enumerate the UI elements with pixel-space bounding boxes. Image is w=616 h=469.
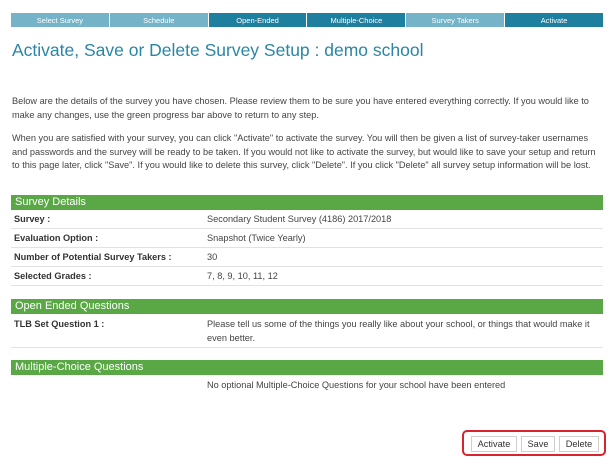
detail-value: 30 [207,252,218,262]
open-ended-header: Open Ended Questions [11,299,603,314]
row-divider [11,347,603,348]
detail-label: Selected Grades : [14,271,92,281]
step-schedule[interactable]: Schedule [109,13,209,27]
detail-label: Number of Potential Survey Takers : [14,252,172,262]
step-survey-takers[interactable]: Survey Takers [406,13,506,27]
question-text: Please tell us some of the things you re… [207,319,590,343]
row-divider [11,285,603,286]
survey-details-header: Survey Details [11,195,603,210]
step-multiple-choice[interactable]: Multiple-Choice [307,13,407,27]
detail-value: Snapshot (Twice Yearly) [207,233,306,243]
delete-button[interactable]: Delete [559,436,599,452]
detail-value: 7, 8, 9, 10, 11, 12 [207,271,278,281]
step-activate[interactable]: Activate [505,13,603,27]
page-title: Activate, Save or Delete Survey Setup : … [12,40,424,60]
multiple-choice-header: Multiple-Choice Questions [11,360,603,375]
question-label: TLB Set Question 1 : [14,319,105,329]
action-buttons-group: Activate Save Delete [462,430,606,456]
activate-button[interactable]: Activate [471,436,517,452]
detail-label: Evaluation Option : [14,233,99,243]
intro-paragraph-2: When you are satisfied with your survey,… [12,133,596,170]
multiple-choice-empty-message: No optional Multiple-Choice Questions fo… [207,380,506,390]
detail-value: Secondary Student Survey (4186) 2017/201… [207,214,392,224]
row-divider [11,228,603,229]
save-button[interactable]: Save [521,436,555,452]
step-open-ended[interactable]: Open-Ended [208,13,308,27]
detail-label: Survey : [14,214,51,224]
progress-bar: Select Survey Schedule Open-Ended Multip… [11,13,603,27]
row-divider [11,266,603,267]
row-divider [11,247,603,248]
step-select-survey[interactable]: Select Survey [11,13,110,27]
intro-paragraph-1: Below are the details of the survey you … [12,96,589,120]
